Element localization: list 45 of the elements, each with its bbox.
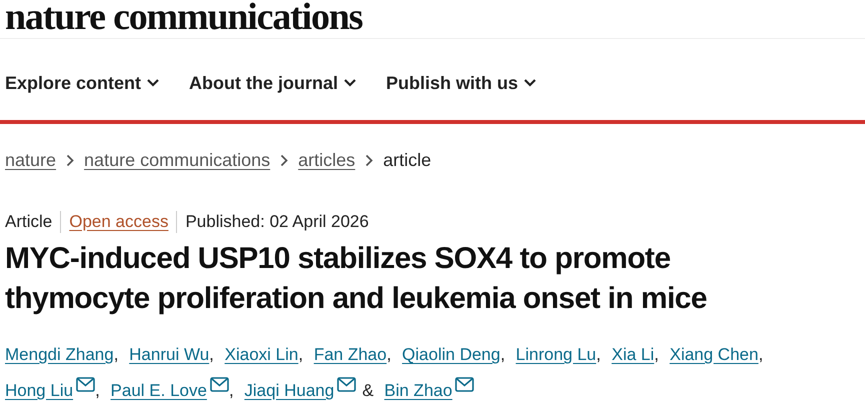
current-page-label: article (383, 150, 432, 171)
author-link[interactable]: Bin Zhao (384, 381, 452, 400)
author-separator: , (114, 345, 118, 364)
author-separator: , (95, 381, 100, 400)
mail-icon[interactable] (337, 377, 356, 392)
author-link[interactable]: Xiang Chen (670, 345, 758, 364)
author-separator: , (386, 345, 392, 364)
author-link[interactable]: Hanrui Wu (129, 345, 210, 364)
chevron-down-icon (524, 79, 536, 87)
author-link[interactable]: Linrong Lu (516, 345, 596, 364)
chevron-down-icon (344, 79, 356, 87)
author-separator: , (209, 345, 214, 364)
author-link[interactable]: Fan Zhao (314, 345, 387, 364)
author-separator: , (298, 345, 304, 364)
author-separator: , (500, 345, 506, 364)
nav-menu-button[interactable]: Explore content (5, 71, 160, 95)
article-title: MYC-induced USP10 stabilizes SOX4 to promote thymocyte proliferation and leukemia onset in mice (4, 241, 708, 317)
author-separator: , (596, 345, 601, 364)
author-link[interactable]: Jiaqi Huang (244, 381, 334, 400)
author-link[interactable]: Paul E. Love (110, 381, 207, 400)
author-link[interactable]: Qiaolin Deng (402, 345, 500, 364)
chevron-down-icon (147, 79, 160, 87)
author-separator: , (228, 381, 234, 400)
chevron-right-icon (66, 154, 74, 167)
author-link[interactable]: Mengdi Zhang (5, 345, 114, 364)
breadcrumb-link[interactable]: nature (5, 150, 56, 171)
open-access-link[interactable]: Open access (69, 212, 168, 232)
mail-icon[interactable] (210, 377, 229, 392)
author-separator: , (758, 345, 764, 364)
chevron-right-icon (280, 154, 288, 167)
mail-icon[interactable] (455, 377, 474, 392)
author-separator: , (654, 345, 659, 364)
journal-logo[interactable]: nature communications (5, 0, 362, 34)
article-type: Article (5, 212, 52, 232)
author-separator: & (362, 381, 374, 400)
mail-icon[interactable] (76, 377, 96, 392)
breadcrumb-link[interactable]: articles (298, 150, 356, 171)
author-link[interactable]: Xia Li (612, 345, 654, 364)
chevron-right-icon (365, 154, 374, 167)
published-date: Published: 02 April 2026 (185, 212, 369, 232)
nav-menu-button[interactable]: About the journal (189, 71, 356, 95)
breadcrumb-link[interactable]: nature communications (84, 150, 270, 171)
nav-menu-button[interactable]: Publish with us (386, 71, 536, 95)
author-link[interactable]: Xiaoxi Lin (224, 345, 298, 364)
author-link[interactable]: Hong Liu (5, 381, 74, 400)
